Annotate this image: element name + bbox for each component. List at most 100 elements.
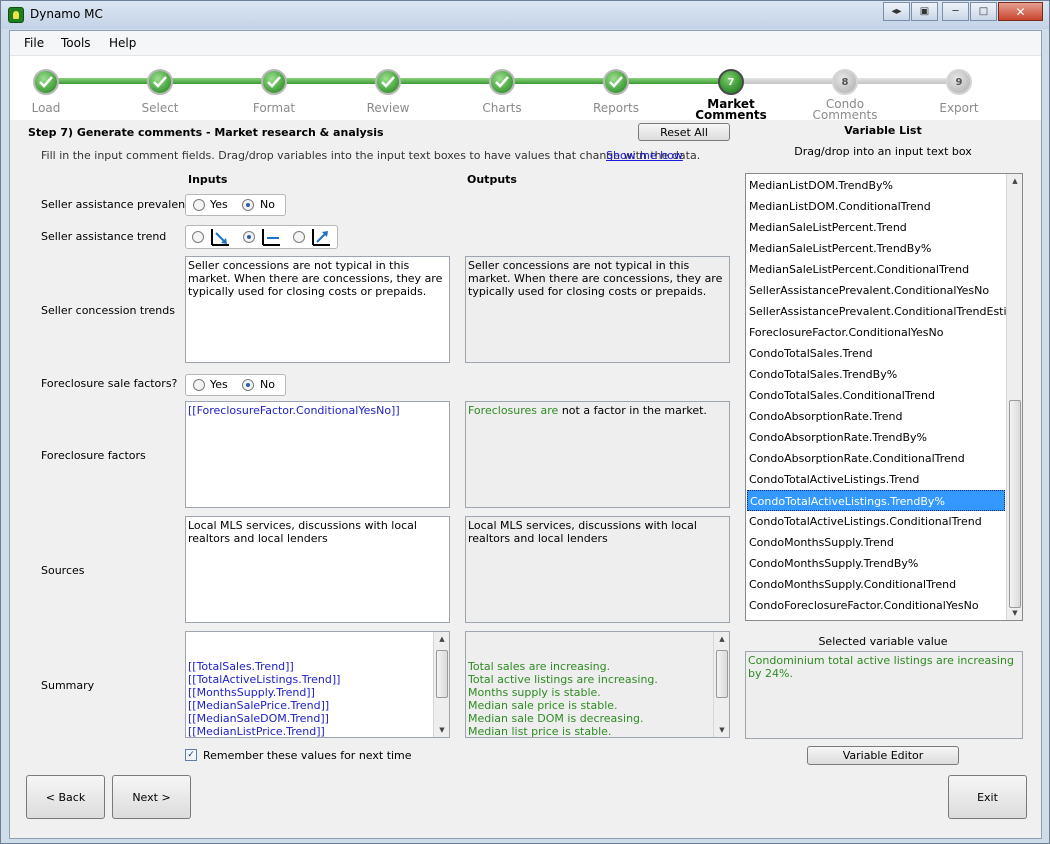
trend-down-radio[interactable] (192, 231, 204, 243)
scroll-up-icon[interactable]: ▲ (434, 632, 449, 646)
maximize-button[interactable]: □ (970, 2, 997, 21)
variable-list-scrollbar[interactable]: ▲ ▼ (1006, 174, 1022, 620)
variable-item[interactable]: MedianSaleListPercent.ConditionalTrend (747, 259, 1005, 280)
back-button[interactable]: < Back (26, 775, 105, 819)
step-7-circle[interactable]: 7 (718, 69, 744, 95)
step-5-circle[interactable] (489, 69, 515, 95)
variable-list[interactable]: MedianListDOM.TrendBy% MedianListDOM.Cond… (745, 173, 1023, 621)
summary-output-scrollbar[interactable]: ▲ ▼ (713, 632, 729, 737)
variable-item[interactable]: CondoTotalSales.Trend (747, 343, 1005, 364)
variable-item[interactable]: CondoTotalActiveListings.Trend (747, 469, 1005, 490)
outputs-heading: Outputs (467, 173, 517, 186)
foreclosure-no-radio[interactable] (242, 379, 254, 391)
app-logo-icon (8, 7, 24, 23)
variable-item[interactable]: SellerAssistancePrevalent.ConditionalTre… (747, 301, 1022, 322)
foreclosure-factors-label: Foreclosure factors (41, 449, 146, 462)
menu-file[interactable]: File (24, 36, 44, 50)
seller-concession-output: Seller concessions are not typical in th… (465, 256, 730, 363)
summary-input-line: [[TotalSales.Trend]] (188, 660, 294, 673)
summary-input-scrollbar[interactable]: ▲ ▼ (433, 632, 449, 737)
title-bar: Dynamo MC ◂▸ ▣ ─ □ ✕ (1, 1, 1049, 29)
variable-item[interactable]: MedianListDOM.TrendBy% (747, 175, 1005, 196)
summary-input-lines: [[TotalSales.Trend]] [[TotalActiveListing… (188, 660, 431, 737)
reset-all-button[interactable]: Reset All (638, 123, 730, 141)
summary-output-line: Median sale DOM is decreasing. (468, 712, 644, 725)
summary-output-line: Median list price is stable. (468, 725, 612, 738)
summary-input-line: [[MedianSalePrice.Trend]] (188, 699, 330, 712)
seller-assistance-no-radio[interactable] (242, 199, 254, 211)
minimize-button[interactable]: ─ (942, 2, 969, 21)
step-4-circle[interactable] (375, 69, 401, 95)
close-button[interactable]: ✕ (998, 2, 1043, 21)
app-window: Dynamo MC ◂▸ ▣ ─ □ ✕ File Tools Help Loa… (0, 0, 1050, 844)
checkmark-icon (39, 76, 53, 88)
step-2-circle[interactable] (147, 69, 173, 95)
variable-item[interactable]: CondoAbsorptionRate.TrendBy% (747, 427, 1005, 448)
step-6-circle[interactable] (603, 69, 629, 95)
seller-assistance-yes-label: Yes (210, 198, 228, 211)
variable-item[interactable]: CondoForeclosureFactor.ConditionalYesNo (747, 595, 1005, 616)
sources-input[interactable]: Local MLS services, discussions with loc… (185, 516, 450, 623)
variable-item[interactable]: MedianSaleListPercent.TrendBy% (747, 238, 1005, 259)
sources-label: Sources (41, 564, 85, 577)
menu-help[interactable]: Help (109, 36, 136, 50)
trend-flat-radio[interactable] (243, 231, 255, 243)
scroll-up-icon[interactable]: ▲ (714, 632, 729, 646)
instructions: Fill in the input comment fields. Drag/d… (41, 149, 701, 162)
foreclosure-factors-input[interactable]: [[ForeclosureFactor.ConditionalYesNo]] (185, 401, 450, 508)
resize-toggle-button[interactable]: ◂▸ (883, 2, 910, 21)
trend-up-radio[interactable] (293, 231, 305, 243)
variable-item[interactable]: CondoMonthsSupply.TrendBy% (747, 553, 1005, 574)
seller-concession-trends-label: Seller concession trends (41, 304, 175, 317)
step-9-circle[interactable]: 9 (946, 69, 972, 95)
scroll-down-icon[interactable]: ▼ (1007, 606, 1022, 620)
foreclosure-sale-factors-label: Foreclosure sale factors? (41, 377, 178, 390)
variable-item[interactable]: CondoTotalActiveListings.TrendBy% (747, 490, 1005, 511)
menu-tools[interactable]: Tools (61, 36, 91, 50)
checkmark-icon (267, 76, 281, 88)
exit-button[interactable]: Exit (948, 775, 1027, 819)
variable-item[interactable]: CondoMonthsSupply.Trend (747, 532, 1005, 553)
window-title: Dynamo MC (30, 7, 103, 21)
show-me-how-link[interactable]: Show me how (606, 149, 683, 162)
variable-item[interactable]: CondoTotalActiveListings.ConditionalTren… (747, 511, 1005, 532)
checkmark-icon (495, 76, 509, 88)
scroll-thumb[interactable] (436, 650, 448, 698)
step-2-label: Select (141, 101, 179, 115)
scroll-up-icon[interactable]: ▲ (1007, 174, 1022, 188)
foreclosure-yes-radio[interactable] (193, 379, 205, 391)
variable-item[interactable]: MedianListDOM.ConditionalTrend (747, 196, 1005, 217)
variable-item[interactable]: CondoAbsorptionRate.Trend (747, 406, 1005, 427)
variable-item[interactable]: CondoMonthsSupply.ConditionalTrend (747, 574, 1005, 595)
step-7-label: Market Comments (695, 97, 767, 122)
scroll-thumb[interactable] (716, 650, 728, 698)
checkmark-icon (381, 76, 395, 88)
seller-assistance-yes-radio[interactable] (193, 199, 205, 211)
step-3-circle[interactable] (261, 69, 287, 95)
next-button[interactable]: Next > (112, 775, 191, 819)
selected-value-label: Selected variable value (818, 635, 948, 648)
summary-output-line: Median sale price is stable. (468, 699, 618, 712)
wizard-progress: Load Select Format Review Charts Reports 7 Mark… (10, 56, 1041, 122)
restore-layout-button[interactable]: ▣ (911, 2, 938, 21)
variable-list-hint: Drag/drop into an input text box (794, 145, 972, 158)
summary-input[interactable]: [[TotalSales.Trend]] [[TotalActiveListing… (185, 631, 450, 738)
variable-item[interactable]: CondoTotalSales.ConditionalTrend (747, 385, 1005, 406)
variable-item[interactable]: MedianSaleListPercent.Trend (747, 217, 1005, 238)
step-1-circle[interactable] (33, 69, 59, 95)
variable-item[interactable]: SellerAssistancePrevalent.ConditionalYes… (747, 280, 1005, 301)
variable-item[interactable]: CondoTotalSales.TrendBy% (747, 364, 1005, 385)
variable-item[interactable]: CondoAbsorptionRate.ConditionalTrend (747, 448, 1005, 469)
scroll-down-icon[interactable]: ▼ (434, 723, 449, 737)
scroll-thumb[interactable] (1009, 400, 1021, 608)
step-8-circle[interactable]: 8 (832, 69, 858, 95)
scroll-down-icon[interactable]: ▼ (714, 723, 729, 737)
summary-output-lines: Total sales are increasing. Total active … (468, 660, 711, 738)
variable-editor-button[interactable]: Variable Editor (807, 746, 959, 765)
seller-concession-input[interactable]: Seller concessions are not typical in th… (185, 256, 450, 363)
variable-item[interactable]: ForeclosureFactor.ConditionalYesNo (747, 322, 1005, 343)
remember-checkbox[interactable]: ✓ (185, 749, 197, 761)
remember-label: Remember these values for next time (203, 749, 412, 762)
step-1-label: Load (31, 101, 61, 115)
checkmark-icon (609, 76, 623, 88)
